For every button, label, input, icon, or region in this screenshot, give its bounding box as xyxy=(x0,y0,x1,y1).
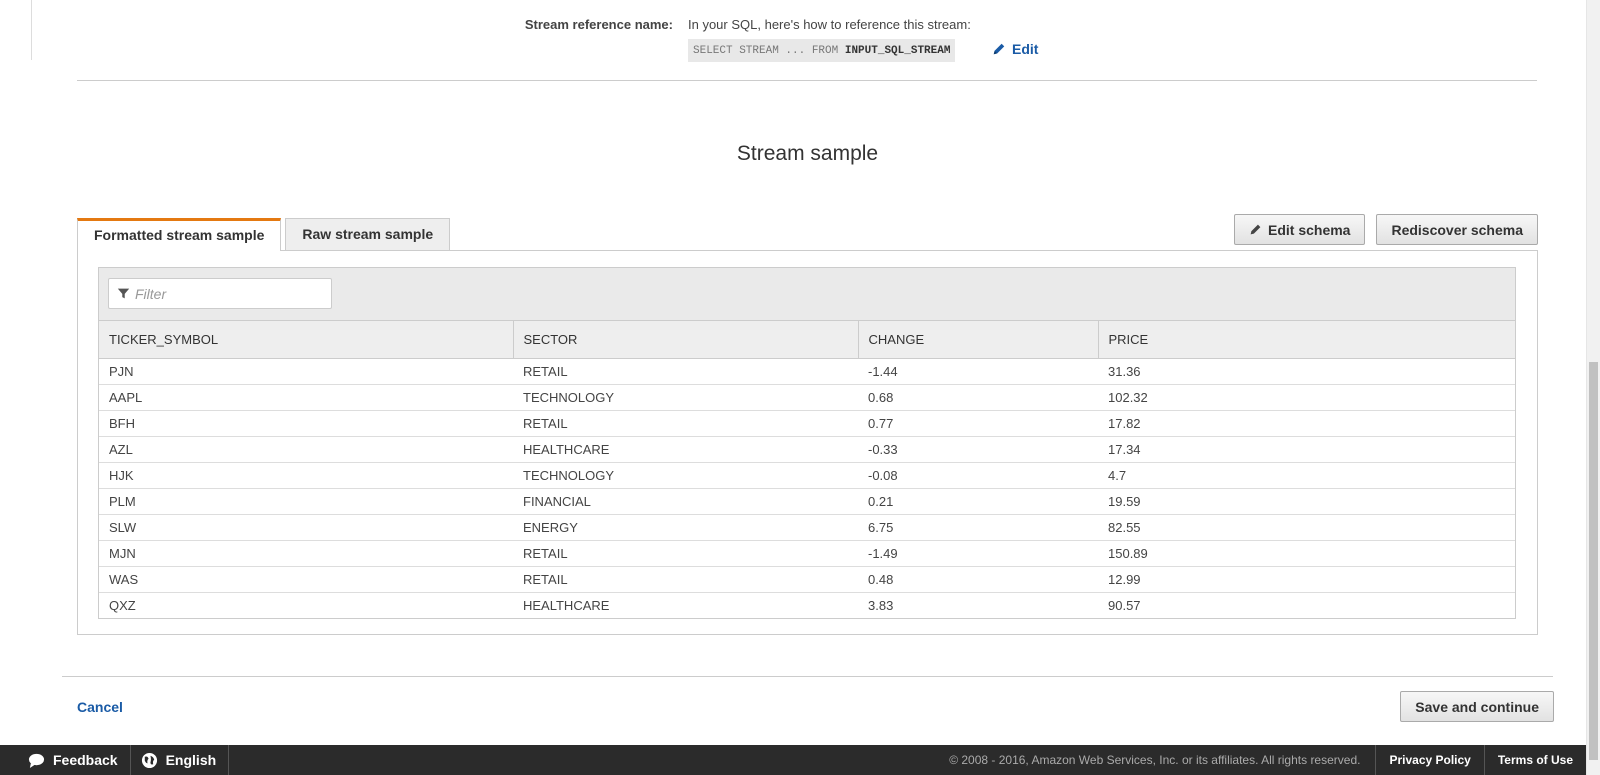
cell-sector: RETAIL xyxy=(513,358,858,385)
language-label: English xyxy=(165,752,217,768)
filter-input[interactable] xyxy=(135,285,325,302)
terms-of-use-link[interactable]: Terms of Use xyxy=(1483,745,1586,775)
table-row: QXZ HEALTHCARE 3.83 90.57 xyxy=(99,592,1515,618)
footer-bar: Feedback English © 2008 - 2016, Amazon W… xyxy=(0,745,1586,775)
speech-bubble-icon xyxy=(28,753,45,768)
cell-ticker-symbol: PLM xyxy=(99,488,513,515)
divider-top xyxy=(77,80,1537,81)
cell-sector: HEALTHCARE xyxy=(523,597,610,613)
cell-ticker-symbol: PJN xyxy=(99,358,513,385)
divider-bottom xyxy=(62,676,1553,677)
cell-ticker-symbol: HJK xyxy=(99,462,513,489)
cell-change: 0.21 xyxy=(858,488,1098,515)
cell-change: 0.48 xyxy=(858,566,1098,593)
edit-stream-name-link[interactable]: Edit xyxy=(992,41,1038,57)
cell-price: 82.55 xyxy=(1098,514,1515,541)
save-and-continue-button[interactable]: Save and continue xyxy=(1400,691,1554,722)
cell-change: -1.49 xyxy=(858,540,1098,567)
cell-sector: FINANCIAL xyxy=(513,488,858,515)
cell-ticker-symbol: AAPL xyxy=(99,384,513,411)
cancel-link[interactable]: Cancel xyxy=(77,699,123,715)
cell-change: -0.08 xyxy=(858,462,1098,489)
section-title: Stream sample xyxy=(736,142,879,165)
sample-table: TICKER_SYMBOL SECTOR CHANGE PRICE PJN RET… xyxy=(99,321,1515,618)
feedback-label: Feedback xyxy=(53,752,118,768)
language-selector[interactable]: English xyxy=(131,745,230,775)
cell-price: 17.82 xyxy=(1098,410,1515,437)
cell-change: -1.44 xyxy=(858,358,1098,385)
cell-sector: RETAIL xyxy=(513,540,858,567)
sample-table-container: TICKER_SYMBOL SECTOR CHANGE PRICE PJNRET… xyxy=(98,267,1516,619)
table-row: HJK TECHNOLOGY -0.08 4.7 xyxy=(99,462,1515,489)
scrollbar-thumb[interactable] xyxy=(1589,362,1598,760)
cell-price: 102.32 xyxy=(1098,384,1515,411)
cell-sector: RETAIL xyxy=(513,410,858,437)
edit-schema-button[interactable]: Edit schema xyxy=(1233,214,1366,245)
cell-price: 90.57 xyxy=(1108,597,1141,613)
cell-ticker-symbol: MJN xyxy=(99,540,513,567)
filter-bar xyxy=(99,268,1515,321)
globe-icon xyxy=(141,752,157,768)
table-row: MJN RETAIL -1.49 150.89 xyxy=(99,540,1515,567)
tab-formatted-stream-sample[interactable]: Formatted stream sample xyxy=(77,218,282,251)
cell-sector: TECHNOLOGY xyxy=(513,384,858,411)
cell-change: 3.83 xyxy=(868,597,894,613)
cell-ticker-symbol: SLW xyxy=(99,514,513,541)
table-row: SLW ENERGY 6.75 82.55 xyxy=(99,514,1515,541)
column-header-price[interactable]: PRICE xyxy=(1098,321,1515,359)
column-header-change[interactable]: CHANGE xyxy=(858,321,1099,359)
schema-buttons: Edit schema Rediscover schema xyxy=(1233,214,1538,245)
stream-reference-row: Stream reference name: In your SQL, here… xyxy=(0,17,1560,63)
pencil-icon xyxy=(993,43,1005,55)
vertical-scrollbar[interactable] xyxy=(1586,0,1600,775)
rediscover-schema-label: Rediscover schema xyxy=(1391,221,1523,238)
table-row: AAPL TECHNOLOGY 0.68 102.32 xyxy=(99,384,1515,411)
cell-price: 12.99 xyxy=(1098,566,1515,593)
stream-reference-label: Stream reference name: xyxy=(524,17,673,32)
cell-change: 0.68 xyxy=(858,384,1098,411)
cell-price: 31.36 xyxy=(1098,358,1515,385)
code-prefix: SELECT STREAM ... FROM xyxy=(693,45,839,57)
cell-price: 19.59 xyxy=(1098,488,1515,515)
privacy-policy-link[interactable]: Privacy Policy xyxy=(1375,745,1483,775)
cell-change: 6.75 xyxy=(858,514,1098,541)
filter-icon xyxy=(117,288,130,299)
cell-change: -0.33 xyxy=(858,436,1098,463)
stream-sample-panel: TICKER_SYMBOL SECTOR CHANGE PRICE PJNRET… xyxy=(77,250,1538,635)
cell-price: 150.89 xyxy=(1098,540,1515,567)
cell-sector: ENERGY xyxy=(513,514,858,541)
table-row: PJN RETAIL -1.44 31.36 xyxy=(99,358,1515,385)
cell-sector: HEALTHCARE xyxy=(513,436,858,463)
stream-reference-code: SELECT STREAM ... FROM INPUT_SQL_STREAM xyxy=(688,39,956,62)
code-stream-name: INPUT_SQL_STREAM xyxy=(844,45,951,57)
table-body: PJN RETAIL -1.44 31.36 AAPL TECHNOLOGY 0.68 102… xyxy=(99,358,1515,618)
cell-ticker-symbol: BFH xyxy=(99,410,513,437)
cell-sector: TECHNOLOGY xyxy=(513,462,858,489)
cell-change: 0.77 xyxy=(858,410,1098,437)
table-row: AZL HEALTHCARE -0.33 17.34 xyxy=(99,436,1515,463)
table-header-row: TICKER_SYMBOL SECTOR CHANGE PRICE xyxy=(99,321,1515,359)
table-row: BFH RETAIL 0.77 17.82 xyxy=(99,410,1515,437)
pencil-icon xyxy=(1250,224,1261,235)
cell-price: 4.7 xyxy=(1098,462,1515,489)
edit-schema-label: Edit schema xyxy=(1267,221,1351,238)
copyright-text: © 2008 - 2016, Amazon Web Services, Inc.… xyxy=(949,753,1361,767)
edit-link-label: Edit xyxy=(1012,41,1039,57)
cell-ticker-symbol: WAS xyxy=(99,566,513,593)
table-row: PLM FINANCIAL 0.21 19.59 xyxy=(99,488,1515,515)
table-row: WAS RETAIL 0.48 12.99 xyxy=(99,566,1515,593)
column-header-ticker-symbol[interactable]: TICKER_SYMBOL xyxy=(99,321,514,359)
feedback-button[interactable]: Feedback xyxy=(0,745,131,775)
save-and-continue-label: Save and continue xyxy=(1415,698,1539,715)
cell-ticker-symbol: AZL xyxy=(99,436,513,463)
cell-ticker-symbol: QXZ xyxy=(109,597,136,613)
cell-price: 17.34 xyxy=(1098,436,1515,463)
sample-tabs: Formatted stream sample Raw stream sampl… xyxy=(77,218,451,251)
cell-sector: RETAIL xyxy=(513,566,858,593)
column-header-sector[interactable]: SECTOR xyxy=(513,321,859,359)
filter-field[interactable] xyxy=(108,278,332,309)
rediscover-schema-button[interactable]: Rediscover schema xyxy=(1376,214,1538,245)
stream-reference-help: In your SQL, here's how to reference thi… xyxy=(688,17,971,32)
tab-raw-stream-sample[interactable]: Raw stream sample xyxy=(285,218,451,250)
